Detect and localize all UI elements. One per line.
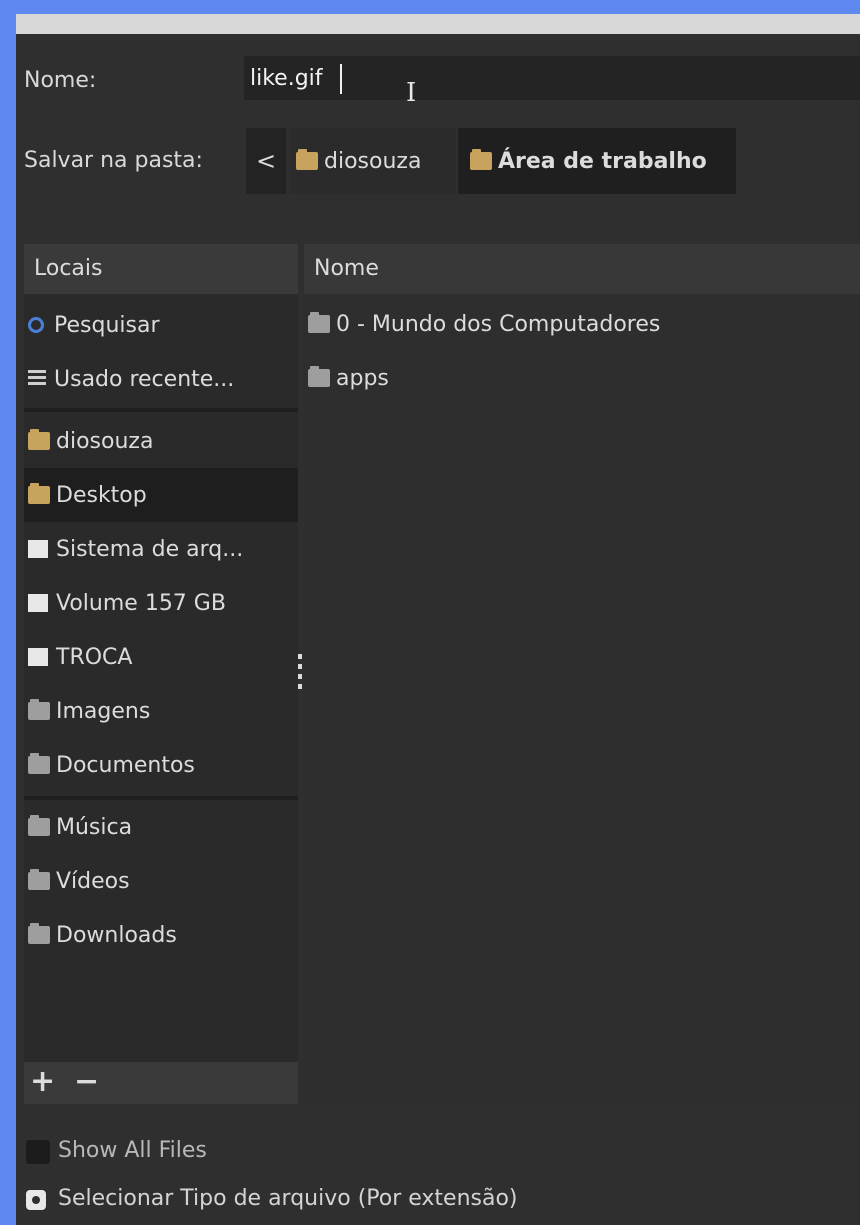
sidebar-item-label: Música: [56, 814, 133, 840]
sidebar-item-label: Volume 157 GB: [56, 590, 226, 616]
sidebar-item-label: Pesquisar: [54, 312, 160, 338]
file-name: apps: [336, 365, 389, 391]
breadcrumb-item-desktop[interactable]: Área de trabalho: [458, 128, 736, 194]
folder-icon: [308, 312, 330, 333]
sidebar-item-diosouza[interactable]: diosouza: [24, 414, 298, 468]
sidebar-item-label: Downloads: [56, 922, 177, 948]
places-toolbar: [24, 1062, 298, 1104]
sidebar-item-videos[interactable]: Vídeos: [24, 854, 298, 908]
expander-icon[interactable]: [26, 1190, 46, 1210]
home-folder-icon: [296, 149, 318, 170]
breadcrumb-item-home[interactable]: diosouza: [290, 128, 456, 194]
sidebar-item-desktop[interactable]: Desktop: [24, 468, 298, 522]
home-folder-icon: [28, 429, 50, 450]
file-name: 0 - Mundo dos Computadores: [336, 311, 661, 337]
ibeam-cursor-icon: I: [406, 78, 417, 108]
breadcrumb-back-button[interactable]: <: [246, 128, 286, 194]
desktop-folder-icon: [470, 149, 492, 170]
sidebar-item-label: Desktop: [56, 482, 147, 508]
sidebar-item-label: diosouza: [56, 428, 154, 454]
folder-icon: [28, 753, 50, 774]
drive-icon: [28, 540, 48, 558]
drive-icon: [28, 648, 48, 666]
file-row[interactable]: 0 - Mundo dos Computadores: [308, 304, 660, 344]
show-all-files-checkbox[interactable]: [26, 1140, 50, 1164]
window-titlebar: [16, 14, 860, 34]
folder-icon: [28, 699, 50, 720]
file-name-input[interactable]: [244, 56, 860, 100]
sidebar-item-filesystem[interactable]: Sistema de arq...: [24, 522, 298, 576]
folder-icon: [308, 366, 330, 387]
sidebar-separator: [24, 408, 298, 412]
select-file-type-expander[interactable]: Selecionar Tipo de arquivo (Por extensão…: [58, 1186, 518, 1211]
drive-icon: [28, 594, 48, 612]
chevron-left-icon: <: [255, 147, 277, 175]
desktop-folder-icon: [28, 483, 50, 504]
add-place-button[interactable]: +: [30, 1064, 55, 1099]
sidebar-item-musica[interactable]: Música: [24, 800, 298, 854]
text-caret: [340, 64, 342, 94]
sidebar-item-label: Vídeos: [56, 868, 130, 894]
recent-icon: [28, 370, 46, 388]
search-icon: [28, 317, 44, 333]
sidebar-item-label: Sistema de arq...: [56, 536, 244, 562]
sidebar-item-troca[interactable]: TROCA: [24, 630, 298, 684]
sidebar-item-recent[interactable]: Usado recente...: [24, 352, 298, 406]
sidebar-item-label: Usado recente...: [54, 366, 235, 392]
sidebar-item-label: Imagens: [56, 698, 151, 724]
sidebar-item-downloads[interactable]: Downloads: [24, 908, 298, 962]
show-all-files-label: Show All Files: [58, 1138, 207, 1163]
folder-icon: [28, 923, 50, 944]
breadcrumb-label: diosouza: [324, 148, 422, 174]
sidebar-item-imagens[interactable]: Imagens: [24, 684, 298, 738]
sidebar-item-search[interactable]: Pesquisar: [24, 298, 298, 352]
places-header: Locais: [24, 244, 298, 294]
sidebar-item-label: Documentos: [56, 752, 195, 778]
sidebar-item-label: TROCA: [56, 644, 133, 670]
column-header-name[interactable]: Nome: [304, 244, 860, 294]
breadcrumb-label: Área de trabalho: [498, 148, 707, 174]
file-row[interactable]: apps: [308, 358, 389, 398]
name-label: Nome:: [24, 68, 97, 93]
remove-place-button[interactable]: −: [74, 1064, 99, 1099]
sidebar-item-documentos[interactable]: Documentos: [24, 738, 298, 792]
folder-icon: [28, 869, 50, 890]
pane-resize-handle[interactable]: [298, 654, 302, 694]
save-in-label: Salvar na pasta:: [24, 148, 203, 173]
folder-icon: [28, 815, 50, 836]
sidebar-item-volume[interactable]: Volume 157 GB: [24, 576, 298, 630]
